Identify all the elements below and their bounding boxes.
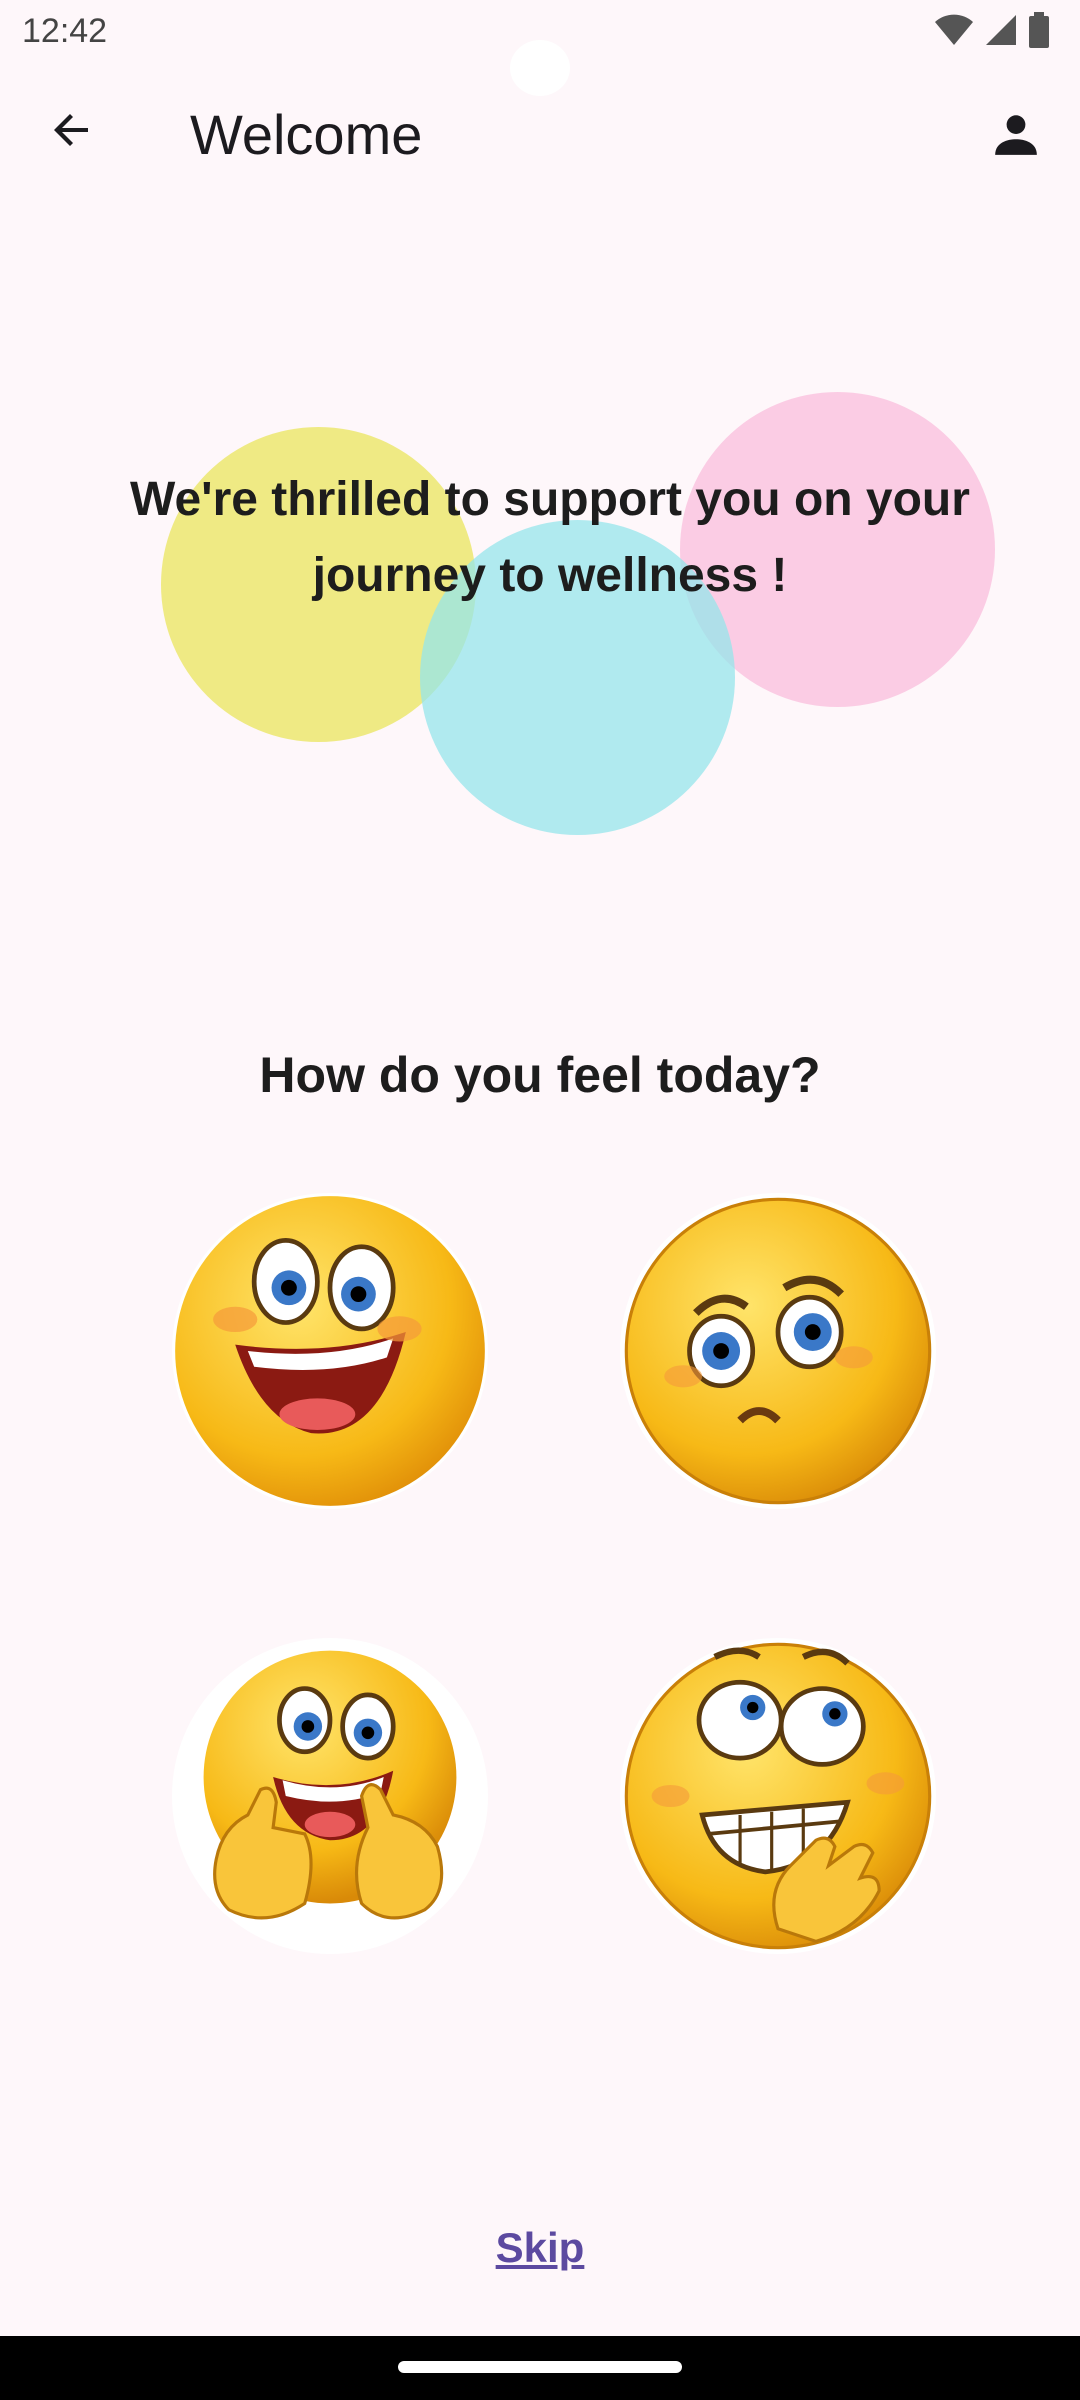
status-icons — [934, 11, 1050, 53]
cellular-signal-icon — [984, 13, 1018, 52]
wifi-icon — [934, 13, 974, 52]
arrow-back-icon — [48, 106, 96, 159]
nervous-grin-face-icon — [624, 1642, 932, 1950]
back-button[interactable] — [36, 96, 108, 168]
mood-option-nervous[interactable] — [620, 1638, 936, 1954]
camera-cutout — [510, 40, 570, 96]
mood-option-sad[interactable] — [620, 1193, 936, 1509]
mood-question: How do you feel today? — [259, 1047, 821, 1103]
status-time: 12:42 — [22, 12, 108, 50]
welcome-headline: We're thrilled to support you on your jo… — [130, 473, 970, 602]
home-gesture-handle[interactable] — [398, 2361, 682, 2373]
worried-face-icon — [624, 1197, 932, 1505]
mood-option-happy[interactable] — [172, 1193, 488, 1509]
thumbs-up-face-icon — [203, 1650, 457, 1920]
skip-link[interactable]: Skip — [440, 2218, 640, 2278]
person-icon — [991, 109, 1041, 164]
page-title: Welcome — [190, 103, 423, 166]
profile-button[interactable] — [980, 100, 1052, 172]
mood-option-great[interactable] — [172, 1638, 488, 1954]
laughing-face-icon — [175, 1196, 485, 1506]
battery-icon — [1028, 11, 1050, 53]
